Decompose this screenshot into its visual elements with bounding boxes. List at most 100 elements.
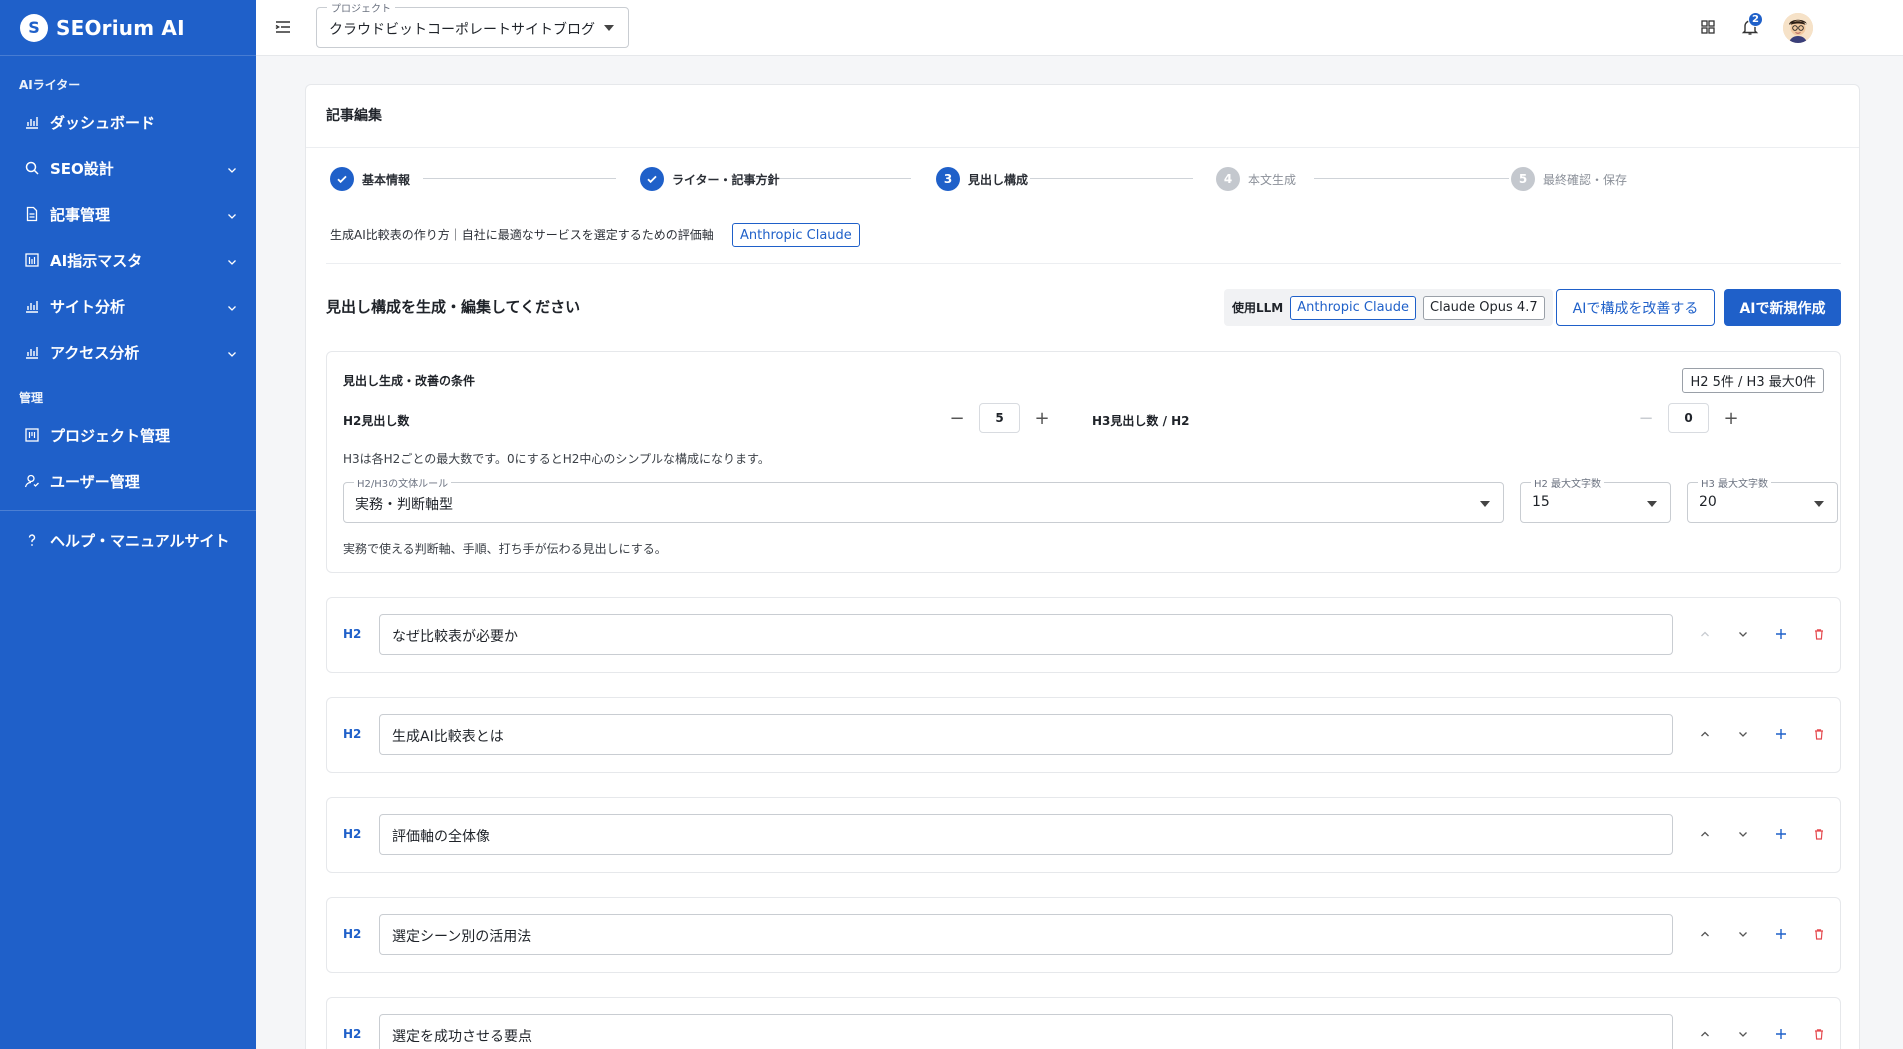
heading-text-input[interactable]: 生成AI比較表とは (379, 714, 1673, 755)
sidebar-section-admin: 管理 (19, 391, 44, 405)
llm-model-chip[interactable]: Claude Opus 4.7 (1423, 295, 1545, 320)
h3-max-chars-select[interactable]: H3 最大文字数 20 (1687, 475, 1838, 523)
sidebar-item-label: ユーザー管理 (50, 472, 140, 491)
move-down-icon[interactable] (1731, 1022, 1755, 1046)
avatar[interactable] (1783, 13, 1813, 43)
h3-note: H3は各H2ごとの最大数です。0にするとH2中心のシンプルな構成になります。 (343, 452, 770, 466)
topbar: プロジェクト クラウドビットコーポレートサイトブログ (256, 0, 1903, 56)
style-rule-select[interactable]: H2/H3の文体ルール 実務・判断軸型 (343, 475, 1504, 523)
step-body-generation[interactable]: 4 本文生成 (1216, 167, 1296, 191)
move-down-icon[interactable] (1731, 822, 1755, 846)
step-connector (1030, 178, 1193, 179)
delete-icon[interactable] (1807, 922, 1831, 946)
minus-icon[interactable]: − (944, 405, 970, 431)
heading-text-input[interactable]: 選定シーン別の活用法 (379, 914, 1673, 955)
heading-level-tag: H2 (343, 627, 362, 641)
move-up-icon[interactable] (1693, 1022, 1717, 1046)
template-icon (23, 251, 41, 269)
article-title: 生成AI比較表の作り方｜自社に最適なサービスを選定するための評価軸 (330, 228, 714, 242)
article-llm-chip: Anthropic Claude (732, 223, 860, 247)
style-rule-legend: H2/H3の文体ルール (354, 475, 452, 490)
conditions-panel: 見出し生成・改善の条件 H2 5件 / H3 最大0件 H2見出し数 − 5 +… (326, 351, 1841, 573)
step-label: 最終確認・保存 (1543, 172, 1628, 187)
add-icon[interactable] (1769, 622, 1793, 646)
step-number: 4 (1216, 167, 1240, 191)
minus-icon[interactable]: − (1633, 405, 1659, 431)
h2-count-value[interactable]: 5 (979, 403, 1020, 433)
style-rule-value: 実務・判断軸型 (355, 497, 453, 513)
delete-icon[interactable] (1807, 722, 1831, 746)
add-icon[interactable] (1769, 922, 1793, 946)
sidebar-item-help[interactable]: ヘルプ・マニュアルサイト (0, 517, 256, 563)
step-final-check[interactable]: 5 最終確認・保存 (1511, 167, 1627, 191)
move-down-icon[interactable] (1731, 622, 1755, 646)
move-up-icon[interactable] (1693, 822, 1717, 846)
sidebar-item-access-analysis[interactable]: アクセス分析 (0, 329, 256, 375)
sidebar-item-users[interactable]: ユーザー管理 (0, 458, 256, 504)
sidebar-item-projects[interactable]: プロジェクト管理 (0, 412, 256, 458)
ai-create-button[interactable]: AIで新規作成 (1724, 289, 1841, 326)
heading-text-input[interactable]: 評価軸の全体像 (379, 814, 1673, 855)
brand-name: SEOrium AI (56, 15, 185, 40)
heading-level-tag: H2 (343, 727, 362, 741)
plus-icon[interactable]: + (1718, 405, 1744, 431)
improve-structure-button[interactable]: AIで構成を改善する (1556, 289, 1715, 326)
project-select-value: クラウドビットコーポレートサイトブログ (329, 22, 595, 38)
menu-collapse-icon[interactable] (273, 17, 293, 37)
sidebar-item-ai-master[interactable]: AI指示マスタ (0, 237, 256, 283)
h3-count-stepper: − 0 + (1633, 403, 1744, 433)
h3-count-value[interactable]: 0 (1668, 403, 1709, 433)
brand[interactable]: S SEOrium AI (0, 0, 256, 56)
heading-text-input[interactable]: 選定を成功させる要点 (379, 1014, 1673, 1049)
document-icon (23, 205, 41, 223)
apps-grid-icon[interactable] (1697, 16, 1719, 38)
step-basic-info[interactable]: 基本情報 (330, 167, 410, 191)
conditions-summary-badge: H2 5件 / H3 最大0件 (1682, 368, 1824, 393)
step-label: ライター・記事方針 (672, 172, 780, 187)
move-up-icon[interactable] (1693, 622, 1717, 646)
bar-chart-icon (23, 297, 41, 315)
sidebar-item-seo-design[interactable]: SEO設計 (0, 145, 256, 191)
h3-count-label: H3見出し数 / H2 (1092, 414, 1190, 428)
check-icon (640, 167, 664, 191)
add-icon[interactable] (1769, 822, 1793, 846)
sidebar-item-label: 記事管理 (50, 205, 111, 224)
sidebar-item-articles[interactable]: 記事管理 (0, 191, 256, 237)
style-rule-description: 実務で使える判断軸、手順、打ち手が伝わる見出しにする。 (343, 542, 667, 556)
plus-icon[interactable]: + (1029, 405, 1055, 431)
move-down-icon[interactable] (1731, 722, 1755, 746)
bar-chart-icon (23, 113, 41, 131)
help-icon (23, 531, 41, 549)
sidebar-item-site-analysis[interactable]: サイト分析 (0, 283, 256, 329)
sidebar-item-label: AI指示マスタ (50, 251, 143, 270)
heading-level-tag: H2 (343, 927, 362, 941)
h2-max-chars-legend: H2 最大文字数 (1531, 475, 1605, 490)
move-down-icon[interactable] (1731, 922, 1755, 946)
conditions-title: 見出し生成・改善の条件 (343, 374, 476, 388)
search-icon (23, 159, 41, 177)
heading-text-input[interactable]: なぜ比較表が必要か (379, 614, 1673, 655)
sidebar-item-label: ヘルプ・マニュアルサイト (50, 531, 230, 550)
step-heading-structure[interactable]: 3 見出し構成 (936, 167, 1028, 191)
add-icon[interactable] (1769, 722, 1793, 746)
heading-row: H2 なぜ比較表が必要か (326, 597, 1841, 673)
chevron-down-icon (226, 300, 238, 312)
h2-count-label: H2見出し数 (343, 414, 410, 428)
add-icon[interactable] (1769, 1022, 1793, 1046)
sidebar-item-dashboard[interactable]: ダッシュボード (0, 99, 256, 145)
h2-max-chars-select[interactable]: H2 最大文字数 15 (1520, 475, 1671, 523)
project-select[interactable]: プロジェクト クラウドビットコーポレートサイトブログ (316, 0, 629, 48)
move-up-icon[interactable] (1693, 922, 1717, 946)
user-icon (23, 472, 41, 490)
delete-icon[interactable] (1807, 822, 1831, 846)
section-heading: 見出し構成を生成・編集してください (326, 298, 581, 316)
caret-down-icon (1814, 501, 1824, 507)
delete-icon[interactable] (1807, 1022, 1831, 1046)
caret-down-icon (1480, 501, 1490, 507)
delete-icon[interactable] (1807, 622, 1831, 646)
sidebar-item-label: サイト分析 (50, 297, 126, 316)
step-connector (1314, 178, 1509, 179)
llm-provider-chip[interactable]: Anthropic Claude (1290, 295, 1417, 320)
step-writer-policy[interactable]: ライター・記事方針 (640, 167, 780, 191)
move-up-icon[interactable] (1693, 722, 1717, 746)
